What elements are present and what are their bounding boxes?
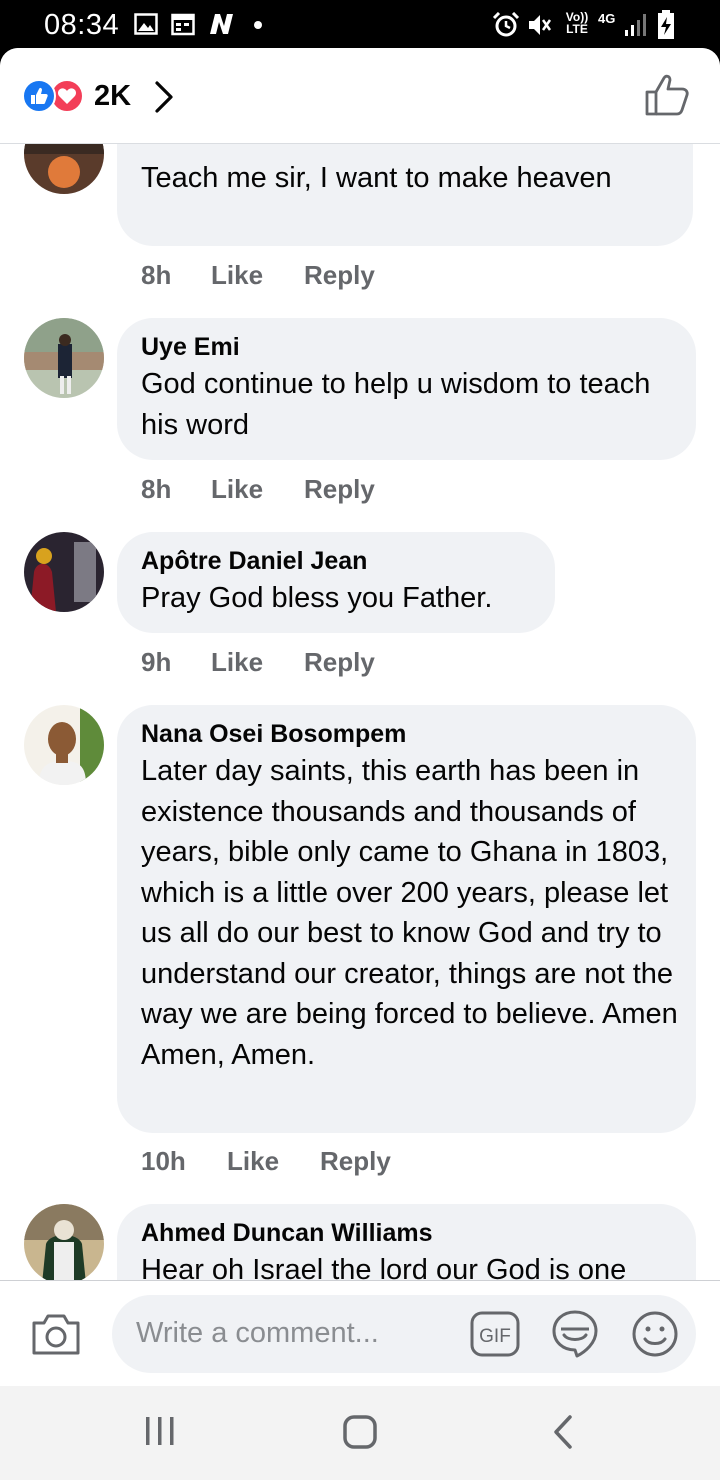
- like-link[interactable]: Like: [227, 1146, 279, 1177]
- comment-composer: Write a comment... GIF: [0, 1280, 720, 1386]
- avatar[interactable]: [24, 144, 104, 194]
- comment-input[interactable]: Write a comment... GIF: [112, 1295, 696, 1373]
- comment-text: God continue to help u wisdom to teach h…: [141, 368, 651, 441]
- comment-placeholder: Write a comment...: [136, 1317, 379, 1349]
- status-time: 08:34: [44, 9, 120, 41]
- comment-bubble[interactable]: Uye Emi God continue to help u wisdom to…: [117, 318, 696, 460]
- commenter-name[interactable]: Apôtre Daniel Jean: [141, 544, 533, 578]
- signal-icon: [624, 12, 650, 38]
- comment-bubble[interactable]: Nana Osei Bosompem Later day saints, thi…: [117, 705, 696, 1133]
- sticker-icon[interactable]: [550, 1309, 600, 1364]
- battery-charging-icon: [656, 10, 676, 40]
- gif-label: GIF: [479, 1326, 511, 1347]
- home-icon[interactable]: [342, 1414, 378, 1455]
- gallery-icon: [134, 12, 158, 36]
- status-bar: 08:34 Vo)) LTE 4G: [0, 0, 720, 50]
- system-nav-bar: [0, 1386, 720, 1480]
- comment-text: Later day saints, this earth has been in…: [141, 755, 678, 1071]
- reply-link[interactable]: Reply: [320, 1146, 391, 1177]
- mute-icon: [526, 12, 552, 38]
- comment-bubble[interactable]: Apôtre Daniel Jean Pray God bless you Fa…: [117, 532, 555, 633]
- reply-link[interactable]: Reply: [304, 474, 375, 505]
- avatar[interactable]: [24, 705, 104, 785]
- reply-link[interactable]: Reply: [304, 647, 375, 678]
- network-type: 4G: [598, 11, 616, 26]
- comment-text: Teach me sir, I want to make heaven: [141, 162, 612, 194]
- commenter-name[interactable]: Ahmed Duncan Williams: [141, 1216, 674, 1250]
- reply-link[interactable]: Reply: [304, 260, 375, 291]
- reaction-count[interactable]: 2K: [94, 80, 131, 113]
- volte-label: Vo)) LTE: [565, 10, 589, 36]
- calendar-icon: [171, 12, 195, 36]
- like-post-icon[interactable]: [644, 74, 690, 121]
- like-link[interactable]: Like: [211, 474, 263, 505]
- camera-icon[interactable]: [30, 1311, 82, 1362]
- like-reaction-icon: [22, 79, 56, 113]
- reactions-header: 2K: [0, 48, 720, 144]
- comments-sheet: 2K Teach me sir, I want to make heaven 8…: [0, 48, 720, 1386]
- emoji-icon[interactable]: [631, 1310, 679, 1363]
- comment-bubble[interactable]: Teach me sir, I want to make heaven: [117, 144, 693, 246]
- comment-time: 8h: [141, 260, 172, 290]
- like-link[interactable]: Like: [211, 260, 263, 291]
- recent-apps-icon[interactable]: [143, 1414, 177, 1453]
- comment-list: Teach me sir, I want to make heaven 8h L…: [0, 144, 720, 1280]
- comment-bubble[interactable]: Ahmed Duncan Williams Hear oh Israel the…: [117, 1204, 696, 1280]
- avatar[interactable]: [24, 1204, 104, 1280]
- commenter-name[interactable]: Uye Emi: [141, 330, 674, 364]
- comment-text: Hear oh Israel the lord our God is one G…: [141, 1254, 627, 1280]
- avatar[interactable]: [24, 532, 104, 612]
- avatar[interactable]: [24, 318, 104, 398]
- chevron-right-icon[interactable]: [152, 80, 176, 119]
- reactions-summary[interactable]: [22, 79, 84, 113]
- comment-text: Pray God bless you Father.: [141, 582, 493, 614]
- commenter-name[interactable]: Nana Osei Bosompem: [141, 717, 674, 751]
- like-link[interactable]: Like: [211, 647, 263, 678]
- comment-time: 8h: [141, 474, 172, 504]
- comment-time: 10h: [141, 1146, 186, 1176]
- alarm-icon: [492, 12, 520, 38]
- comment-time: 9h: [141, 647, 172, 677]
- gif-icon[interactable]: GIF: [470, 1311, 520, 1362]
- dot-icon: [253, 20, 263, 30]
- n-app-icon: [206, 12, 236, 36]
- back-icon[interactable]: [549, 1414, 577, 1455]
